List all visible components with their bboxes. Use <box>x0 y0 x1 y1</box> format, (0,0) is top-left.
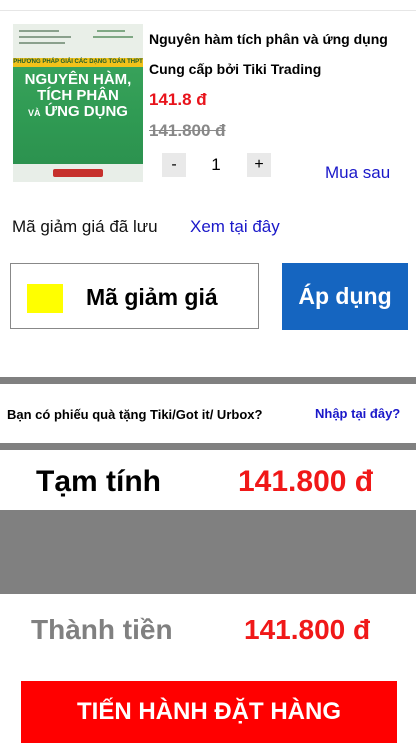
top-divider <box>0 10 416 11</box>
checkout-button[interactable]: TIẾN HÀNH ĐẶT HÀNG <box>21 681 397 743</box>
view-saved-coupons-link[interactable]: Xem tại đây <box>190 217 280 237</box>
total-value: 141.800 đ <box>244 614 371 645</box>
subtotal-label: Tạm tính <box>36 465 161 498</box>
subtotal-value: 141.800 đ <box>238 465 374 498</box>
cover-footer <box>13 164 143 182</box>
section-divider <box>0 443 416 450</box>
enter-gift-voucher-link[interactable]: Nhập tại đây? <box>315 406 400 421</box>
quantity-value[interactable]: 1 <box>192 153 240 177</box>
saved-coupon-label: Mã giảm giá đã lưu <box>12 217 158 236</box>
product-title[interactable]: Nguyên hàm tích phân và ứng dụng <box>149 31 388 47</box>
quantity-decrease-button[interactable]: - <box>162 153 186 177</box>
coupon-placeholder: Mã giảm giá <box>86 284 218 310</box>
product-image[interactable]: PHƯƠNG PHÁP GIẢI CÁC DẠNG TOÁN THPT NGUY… <box>13 24 143 182</box>
product-old-price: 141.800 đ <box>149 121 226 140</box>
product-price: 141.8 đ <box>149 90 207 109</box>
quantity-increase-button[interactable]: + <box>247 153 271 177</box>
gift-voucher-question: Bạn có phiếu quà tặng Tiki/Got it/ Urbox… <box>7 407 263 422</box>
save-for-later-link[interactable]: Mua sau <box>325 163 390 183</box>
section-divider <box>0 377 416 384</box>
total-label: Thành tiền <box>31 614 173 645</box>
publisher-logo <box>53 169 103 177</box>
product-seller: Cung cấp bởi Tiki Trading <box>149 61 322 77</box>
cover-title: NGUYÊN HÀM, TÍCH PHÂN VÀ ỨNG DỤNG <box>24 71 132 120</box>
cover-header-band <box>13 24 143 58</box>
cover-ribbon: PHƯƠNG PHÁP GIẢI CÁC DẠNG TOÁN THPT <box>13 58 143 67</box>
coupon-icon <box>27 284 63 313</box>
apply-coupon-button[interactable]: Áp dụng <box>282 263 408 330</box>
summary-separator-band <box>0 510 416 594</box>
